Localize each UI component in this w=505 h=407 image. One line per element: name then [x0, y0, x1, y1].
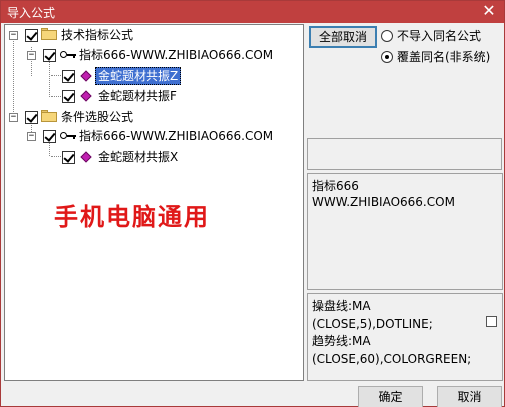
code-panel-checkbox[interactable]	[486, 316, 497, 327]
tree-item[interactable]: 金蛇题材共振F	[5, 87, 303, 105]
close-icon[interactable]: ✕	[480, 2, 498, 20]
import-formula-dialog: 导入公式 ✕ − 技术指标公式 − 指标666-WWW.ZHIBIAO666.C…	[0, 0, 505, 407]
checkbox-item[interactable]	[62, 90, 75, 103]
checkbox-group-screening[interactable]	[25, 111, 38, 124]
diamond-icon	[80, 70, 92, 82]
item-label[interactable]: 金蛇题材共振F	[98, 87, 177, 105]
watermark-text: 手机电脑通用	[54, 202, 210, 231]
checkbox-item[interactable]	[62, 151, 75, 164]
code-line-3: 趋势线:MA	[312, 334, 371, 348]
diamond-icon	[80, 90, 92, 102]
collapse-icon[interactable]: −	[27, 51, 36, 60]
code-line-1: 操盘线:MA	[312, 299, 371, 313]
collapse-icon[interactable]: −	[27, 132, 36, 141]
checkbox-formula-technical[interactable]	[43, 49, 56, 62]
checkbox-formula-screening[interactable]	[43, 130, 56, 143]
tree-item[interactable]: 金蛇题材共振X	[5, 148, 303, 166]
radio-overwrite-label[interactable]: 覆盖同名(非系统)	[397, 50, 490, 64]
checkbox-group-technical[interactable]	[25, 29, 38, 42]
info-line-2: WWW.ZHIBIAO666.COM	[312, 195, 455, 209]
ok-button[interactable]: 确定	[358, 386, 423, 407]
dialog-title: 导入公式	[7, 6, 56, 20]
collapse-icon[interactable]: −	[9, 31, 18, 40]
cancel-button[interactable]: 取消	[437, 386, 502, 407]
formula-tree[interactable]: − 技术指标公式 − 指标666-WWW.ZHIBIAO666.COM 金蛇题材…	[4, 24, 304, 381]
info-panel: 指标666 WWW.ZHIBIAO666.COM	[307, 173, 503, 290]
code-panel: 操盘线:MA (CLOSE,5),DOTLINE; 趋势线:MA (CLOSE,…	[307, 293, 503, 381]
formula-label: 指标666-WWW.ZHIBIAO666.COM	[79, 48, 274, 62]
key-icon	[60, 131, 76, 141]
collapse-icon[interactable]: −	[9, 113, 18, 122]
folder-icon	[41, 28, 57, 40]
code-line-4: (CLOSE,60),COLORGREEN;	[312, 352, 472, 366]
tree-node-group-screening[interactable]: − 条件选股公式	[5, 108, 303, 126]
group-label: 技术指标公式	[61, 28, 134, 42]
checkbox-item[interactable]	[62, 70, 75, 83]
code-line-2: (CLOSE,5),DOTLINE;	[312, 317, 433, 331]
title-bar: 导入公式 ✕	[1, 1, 504, 23]
info-line-1: 指标666	[312, 179, 359, 193]
group-label: 条件选股公式	[61, 110, 134, 124]
diamond-icon	[80, 151, 92, 163]
item-label[interactable]: 金蛇题材共振X	[98, 148, 178, 166]
item-label-selected[interactable]: 金蛇题材共振Z	[95, 67, 182, 85]
radio-skip-duplicates[interactable]	[381, 30, 393, 42]
key-icon	[60, 50, 76, 60]
formula-label: 指标666-WWW.ZHIBIAO666.COM	[79, 129, 274, 143]
blank-panel	[307, 138, 502, 170]
radio-overwrite-duplicates[interactable]	[381, 51, 393, 63]
radio-skip-label[interactable]: 不导入同名公式	[397, 29, 481, 43]
deselect-all-button[interactable]: 全部取消	[309, 26, 377, 48]
tree-node-group-technical[interactable]: − 技术指标公式	[5, 26, 303, 44]
tree-node-formula-technical[interactable]: − 指标666-WWW.ZHIBIAO666.COM	[5, 46, 303, 64]
folder-icon	[41, 110, 57, 122]
tree-node-formula-screening[interactable]: − 指标666-WWW.ZHIBIAO666.COM	[5, 127, 303, 145]
tree-item[interactable]: 金蛇题材共振Z	[5, 67, 303, 85]
